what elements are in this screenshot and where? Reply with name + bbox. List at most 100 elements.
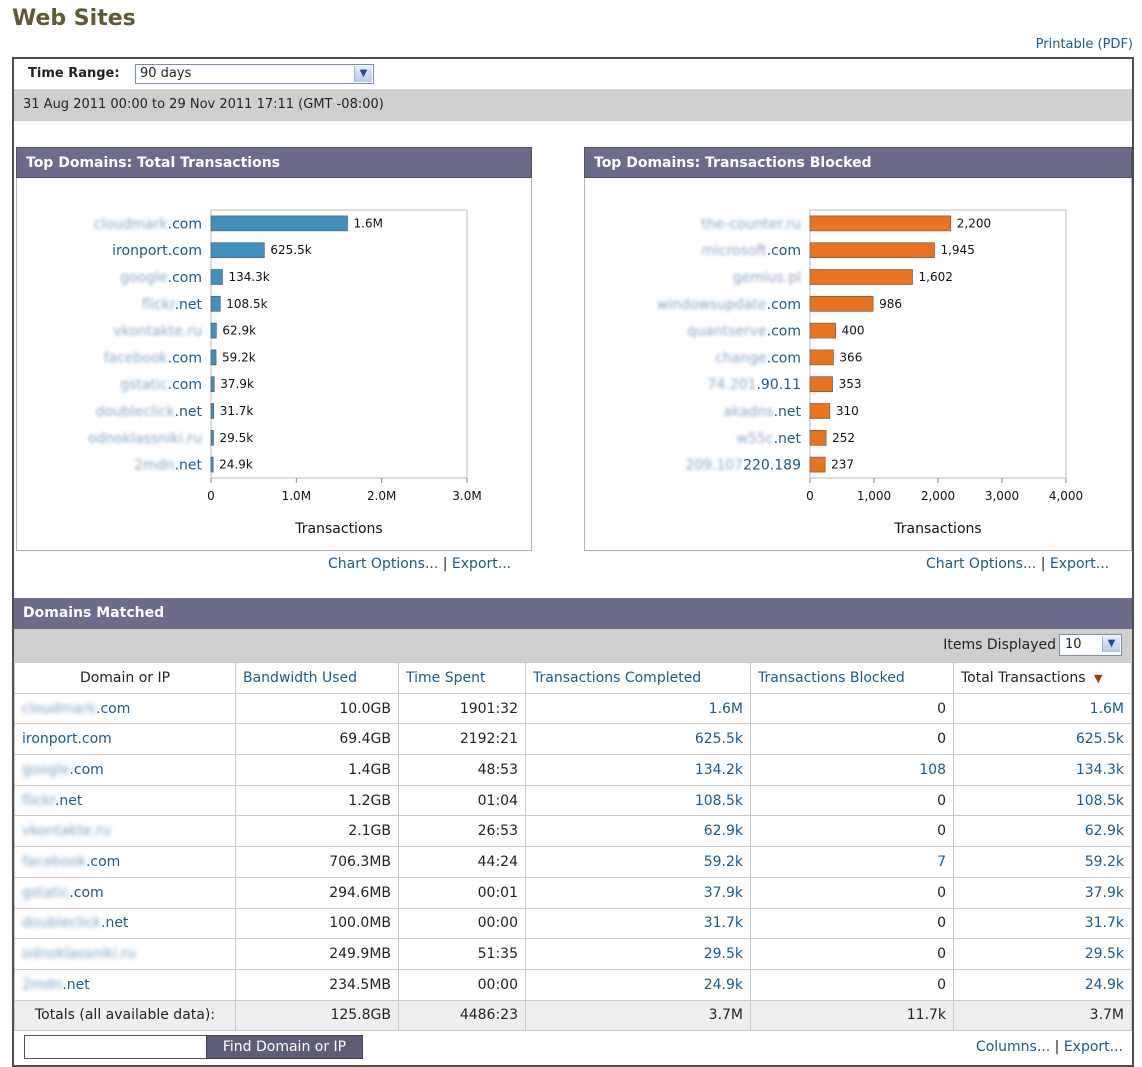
total-transactions-cell[interactable]: 108.5k — [953, 784, 1132, 817]
redacted-domain-text: 209.107 — [685, 458, 743, 474]
domain-suffix[interactable]: .net — [175, 297, 203, 313]
transactions-completed-cell[interactable]: 625.5k — [525, 723, 751, 756]
export-link[interactable]: Export... — [1050, 556, 1109, 572]
items-displayed-dropdown[interactable]: 10 ▼ — [1059, 634, 1122, 656]
total-transactions-cell[interactable]: 29.5k — [953, 938, 1132, 970]
column-header-transactions-blocked[interactable]: Transactions Blocked — [750, 662, 954, 694]
column-header-label[interactable]: Bandwidth Used — [243, 670, 357, 686]
domain-link[interactable]: ironport.com — [22, 731, 112, 747]
total-transactions-cell[interactable]: 134.3k — [953, 754, 1132, 786]
total-transactions-cell[interactable]: 24.9k — [953, 968, 1132, 1001]
transactions-completed-cell[interactable]: 37.9k — [525, 876, 751, 909]
chart-links-right: Chart Options... | Export... — [926, 556, 1109, 572]
chart-options-link[interactable]: Chart Options... — [926, 556, 1036, 572]
total-transactions-cell[interactable]: 37.9k — [953, 876, 1132, 909]
domain-suffix[interactable]: .com — [168, 377, 202, 393]
columns-link[interactable]: Columns... — [976, 1039, 1050, 1055]
domain-suffix[interactable]: .90.11 — [756, 377, 801, 393]
redacted-domain-text: gstatic — [22, 884, 70, 901]
domain-link[interactable]: vkontakte.ru — [22, 823, 111, 839]
domain-suffix: .net — [62, 976, 90, 993]
transactions-blocked-cell[interactable]: 7 — [750, 846, 954, 878]
column-header-transactions-completed[interactable]: Transactions Completed — [525, 662, 751, 694]
bar — [809, 456, 826, 473]
chevron-down-icon[interactable]: ▼ — [1102, 636, 1120, 652]
domain-suffix[interactable]: .net — [175, 404, 203, 420]
domain-cell[interactable]: 2mdn.net — [14, 968, 236, 1001]
domain-suffix[interactable]: .net — [175, 458, 203, 474]
transactions-completed-cell[interactable]: 31.7k — [525, 907, 751, 940]
domain-suffix[interactable]: .com — [168, 350, 202, 366]
redacted-domain-text: 2mdn — [134, 458, 174, 474]
domain-cell[interactable]: gstatic.com — [14, 876, 236, 909]
transactions-completed-cell[interactable]: 62.9k — [525, 815, 751, 848]
domain-link[interactable]: odnoklassniki.ru — [22, 946, 136, 962]
find-domain-button[interactable]: Find Domain or IP — [206, 1035, 363, 1059]
domain-link[interactable]: cloudmark.com — [22, 701, 130, 717]
domain-suffix[interactable]: .net — [774, 404, 802, 420]
domain-cell[interactable]: vkontakte.ru — [14, 815, 236, 848]
find-domain-input[interactable] — [24, 1035, 208, 1059]
column-header-label[interactable]: Time Spent — [406, 670, 485, 686]
domain-cell[interactable]: flickr.net — [14, 784, 236, 817]
domain-suffix[interactable]: ironport.com — [112, 243, 202, 259]
domain-cell[interactable]: cloudmark.com — [14, 692, 236, 725]
domain-cell[interactable]: doubleclick.net — [14, 907, 236, 940]
column-header-label[interactable]: Total Transactions — [961, 670, 1086, 686]
transactions-completed-cell[interactable]: 1.6M — [525, 692, 751, 725]
domain-link[interactable]: gstatic.com — [22, 885, 104, 901]
transactions-completed-cell[interactable]: 59.2k — [525, 846, 751, 878]
chart-options-link[interactable]: Chart Options... — [328, 556, 438, 572]
domain-link[interactable]: facebook.com — [22, 854, 120, 870]
bar — [210, 456, 214, 473]
transactions-blocked-cell: 0 — [750, 876, 954, 909]
x-tick-label: 2,000 — [921, 489, 955, 503]
column-header-time-spent[interactable]: Time Spent — [398, 662, 526, 694]
total-transactions-cell[interactable]: 1.6M — [953, 692, 1132, 725]
domain-cell[interactable]: ironport.com — [14, 723, 236, 756]
column-header-total-transactions[interactable]: Total Transactions ▼ — [953, 662, 1132, 694]
domain-suffix[interactable]: .com — [168, 270, 202, 286]
bar — [809, 376, 833, 392]
category-label: facebook.com — [104, 350, 202, 366]
domain-link[interactable]: google.com — [22, 762, 104, 778]
redacted-domain-text: flickr — [22, 792, 55, 809]
export-link[interactable]: Export... — [452, 556, 511, 572]
total-transactions-cell[interactable]: 59.2k — [953, 846, 1132, 878]
domain-cell[interactable]: facebook.com — [14, 846, 236, 878]
total-transactions-cell[interactable]: 625.5k — [953, 723, 1132, 756]
domain-cell[interactable]: google.com — [14, 754, 236, 786]
export-link[interactable]: Export... — [1064, 1039, 1123, 1055]
column-header-bandwidth[interactable]: Bandwidth Used — [235, 662, 399, 694]
bar-value-label: 31.7k — [220, 404, 254, 418]
items-displayed-label: Items Displayed — [943, 637, 1056, 653]
domain-link[interactable]: doubleclick.net — [22, 915, 128, 931]
column-header-label[interactable]: Transactions Blocked — [758, 670, 905, 686]
domain-suffix[interactable]: .com — [767, 324, 801, 340]
bar-value-label: 2,200 — [957, 216, 991, 230]
domain-suffix[interactable]: .net — [774, 431, 802, 447]
domain-link[interactable]: 2mdn.net — [22, 977, 90, 993]
domain-cell[interactable]: odnoklassniki.ru — [14, 938, 236, 970]
printable-pdf-link[interactable]: Printable (PDF) — [1036, 37, 1133, 52]
total-transactions-cell[interactable]: 62.9k — [953, 815, 1132, 848]
transactions-completed-cell[interactable]: 134.2k — [525, 754, 751, 786]
chevron-down-icon[interactable]: ▼ — [354, 66, 372, 82]
domain-suffix[interactable]: .com — [168, 216, 202, 232]
domain-link[interactable]: flickr.net — [22, 793, 82, 809]
table-header-row: Domain or IP Bandwidth Used Time Spent T… — [14, 662, 1132, 694]
domain-suffix[interactable]: .com — [767, 243, 801, 259]
domain-suffix: .com — [96, 700, 131, 717]
transactions-completed-cell[interactable]: 29.5k — [525, 938, 751, 970]
bar-value-label: 62.9k — [222, 324, 256, 338]
total-transactions-cell[interactable]: 31.7k — [953, 907, 1132, 940]
time-range-dropdown[interactable]: 90 days ▼ — [135, 64, 374, 84]
column-header-label[interactable]: Transactions Completed — [533, 670, 701, 686]
domain-suffix[interactable]: .com — [767, 350, 801, 366]
domain-suffix[interactable]: 220.189 — [743, 458, 801, 474]
domain-suffix[interactable]: .com — [767, 297, 801, 313]
redacted-domain-text: facebook — [22, 853, 86, 870]
transactions-blocked-cell[interactable]: 108 — [750, 754, 954, 786]
transactions-completed-cell[interactable]: 108.5k — [525, 784, 751, 817]
transactions-completed-cell[interactable]: 24.9k — [525, 968, 751, 1001]
